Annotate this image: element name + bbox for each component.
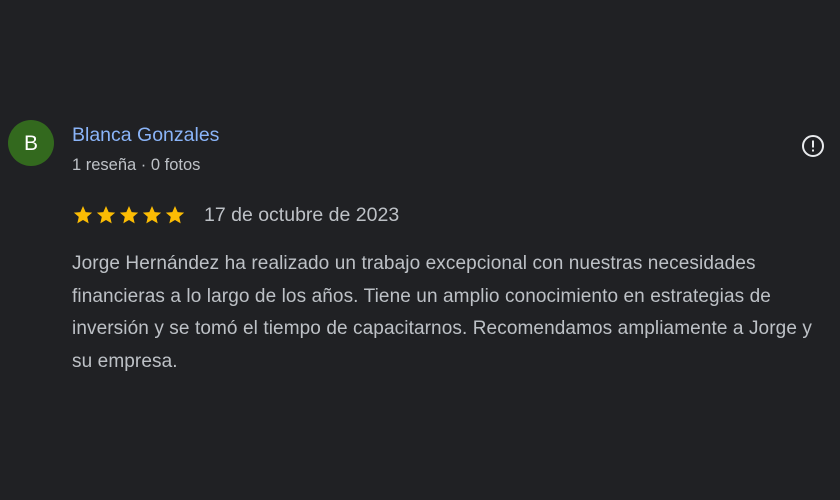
author-meta: 1 reseña · 0 fotos — [72, 156, 201, 174]
author-name[interactable]: Blanca Gonzales — [72, 124, 219, 147]
alert-circle-icon — [802, 135, 824, 157]
avatar-letter: B — [23, 131, 38, 155]
report-review-button[interactable] — [800, 133, 826, 159]
star-icon — [142, 206, 162, 224]
review-date: 17 de octubre de 2023 — [204, 203, 400, 226]
review-text: Jorge Hernández ha realizado un trabajo … — [72, 253, 812, 372]
star-icon — [165, 206, 185, 224]
star-icon — [119, 206, 139, 224]
star-icon — [96, 206, 116, 224]
review-card: B Blanca Gonzales 1 reseña · 0 fotos 17 … — [0, 0, 840, 500]
star-icon — [73, 206, 93, 224]
star-rating — [72, 204, 186, 226]
rating-row: 17 de octubre de 2023 — [72, 203, 399, 227]
avatar[interactable]: B — [8, 120, 54, 166]
